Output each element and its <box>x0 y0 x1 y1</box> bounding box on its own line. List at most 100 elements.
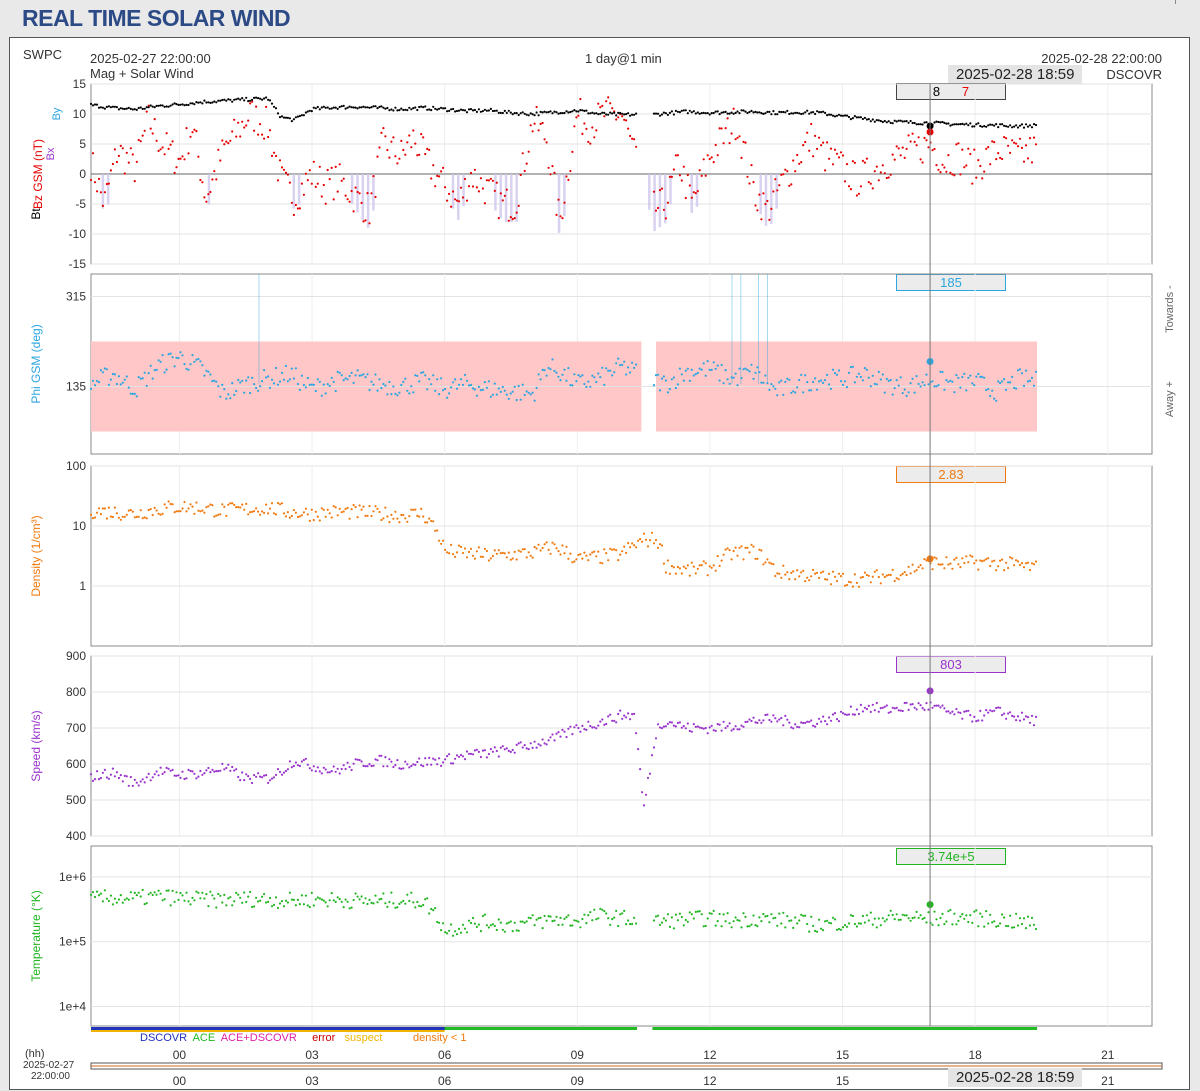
phi-point <box>237 378 240 382</box>
speed-point <box>911 703 914 706</box>
bz-point <box>336 190 339 193</box>
density-point <box>185 510 188 513</box>
bz-point <box>565 175 568 178</box>
temperature-point <box>525 920 528 923</box>
bt-point <box>772 110 775 113</box>
bt-point <box>557 112 560 115</box>
speed-point <box>485 756 488 759</box>
bz-point <box>489 177 492 180</box>
speed-points <box>89 701 1038 807</box>
density-point <box>412 508 415 511</box>
density-point <box>559 553 562 556</box>
bz-point <box>933 147 936 151</box>
density-point <box>253 510 256 513</box>
bt-point <box>738 112 741 115</box>
bt-point <box>670 110 674 113</box>
temperature-point <box>708 912 711 915</box>
temperature-point <box>324 901 327 904</box>
temperature-point <box>965 914 968 917</box>
temperature-point <box>370 901 373 905</box>
bt-point <box>310 110 313 113</box>
bt-point <box>987 124 990 127</box>
density-point <box>1032 563 1036 566</box>
bz-point <box>1013 141 1016 144</box>
bt-point <box>714 110 717 113</box>
bz-point <box>304 172 307 175</box>
bz-point <box>583 122 586 125</box>
density-point <box>742 558 745 561</box>
phi-point <box>181 354 184 357</box>
bt-point <box>99 106 102 109</box>
bt-point <box>734 111 737 114</box>
density-ytick: 10 <box>73 519 87 533</box>
bz-point <box>718 127 721 130</box>
temperature-point <box>796 922 799 925</box>
bz-point <box>915 144 918 147</box>
density-point <box>497 549 500 552</box>
density-point <box>1001 558 1004 561</box>
bt-point <box>199 101 202 104</box>
speed-point <box>284 769 288 773</box>
density-point <box>603 548 606 551</box>
bz-point <box>790 183 793 186</box>
bt-point <box>720 111 723 114</box>
speed-point <box>1007 712 1010 715</box>
temperature-point <box>139 895 142 898</box>
speed-point <box>565 735 568 739</box>
density-point <box>143 516 146 519</box>
density-point <box>851 585 855 588</box>
density-point <box>499 552 502 555</box>
bz-point <box>720 127 723 130</box>
density-point <box>748 551 751 554</box>
phi-point <box>394 392 397 395</box>
density-point <box>527 551 530 554</box>
phi-point <box>1003 378 1006 381</box>
speed-point <box>660 727 664 730</box>
bt-point <box>688 109 691 112</box>
bz-south-shade <box>207 174 211 205</box>
bt-point <box>404 108 407 111</box>
speed-point <box>101 771 104 774</box>
phi-point <box>223 388 226 391</box>
phi-point <box>903 388 906 391</box>
speed-point <box>1005 717 1008 720</box>
phi-point <box>700 368 703 371</box>
bz-point <box>879 171 882 174</box>
temperature-point <box>189 903 192 906</box>
phi-point <box>302 383 305 387</box>
density-point <box>261 510 264 513</box>
speed-point <box>503 748 506 751</box>
bt-point <box>362 105 365 108</box>
phi-point <box>416 374 419 377</box>
temperature-point <box>1024 927 1028 930</box>
bz-point <box>987 146 990 149</box>
phi-point <box>772 385 775 388</box>
density-point <box>837 572 841 575</box>
bt-point <box>318 108 321 111</box>
density-point <box>734 546 737 549</box>
phi-point <box>855 375 859 378</box>
bt-point <box>173 102 176 105</box>
temperature-point <box>1015 912 1018 915</box>
speed-point <box>272 776 276 779</box>
density-point <box>360 508 363 511</box>
density-point <box>943 567 946 570</box>
bt-point <box>887 120 890 123</box>
bt-point <box>272 105 276 108</box>
bt-point <box>211 101 214 104</box>
temperature-point <box>694 910 697 914</box>
bz-point <box>668 175 672 178</box>
bt-point <box>525 113 528 116</box>
density-point <box>171 503 174 506</box>
bz-south-shade <box>101 174 105 209</box>
density-point <box>541 546 544 550</box>
phi-point <box>555 371 558 374</box>
bt-point <box>165 105 168 108</box>
bt-point <box>706 112 709 115</box>
bt-point <box>125 107 128 110</box>
temperature-point <box>1018 917 1022 920</box>
density-point <box>221 503 224 506</box>
bt-point <box>507 109 510 112</box>
density-point <box>376 507 379 510</box>
phi-point <box>336 370 339 373</box>
